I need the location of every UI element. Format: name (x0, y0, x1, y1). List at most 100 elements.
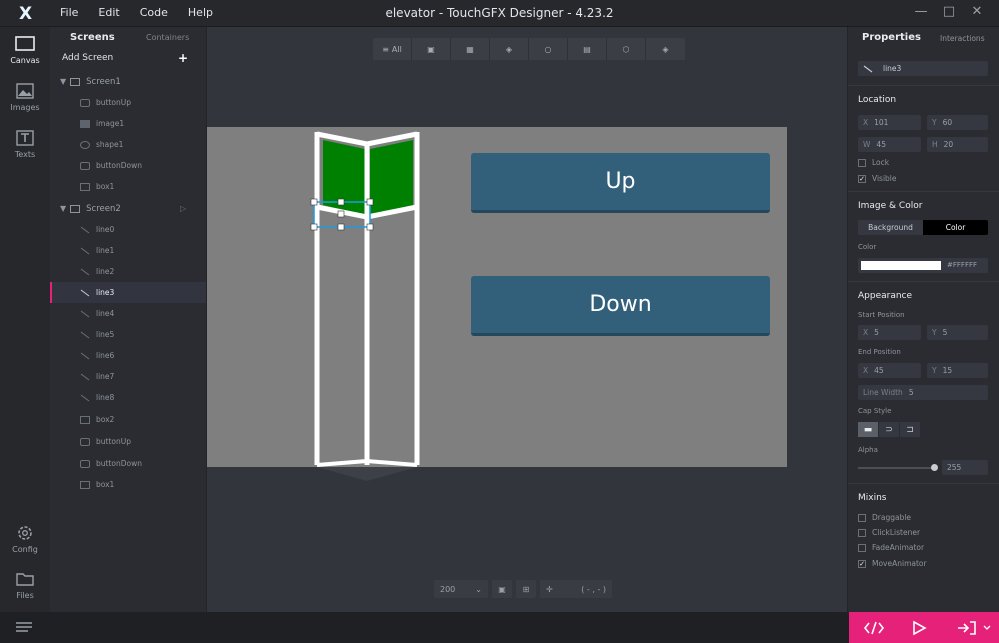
tree-screen2[interactable]: ▼ Screen2 ▷ (50, 198, 206, 219)
tree-item-line5[interactable]: line5 (50, 324, 206, 345)
rail-canvas[interactable]: Canvas (0, 35, 50, 65)
line-width-field[interactable]: Line Width 5 (858, 385, 988, 400)
tree-item-box2[interactable]: box2 (50, 409, 206, 430)
tree-item-line3[interactable]: line3 (50, 282, 206, 303)
end-x-field[interactable]: X 45 (858, 363, 921, 378)
rail-texts[interactable]: Texts (0, 129, 50, 159)
moveanimator-checkbox[interactable]: ✓ MoveAnimator (858, 559, 927, 568)
chevron-down-icon[interactable]: ▼ (60, 77, 66, 86)
resize-handle[interactable] (337, 223, 345, 231)
tree-item-line1[interactable]: line1 (50, 240, 206, 261)
filter-text-widgets[interactable]: ▤ (568, 38, 607, 60)
filter-shape-widgets[interactable]: ○ (529, 38, 568, 60)
tab-containers[interactable]: Containers (146, 33, 189, 42)
gear-icon (18, 526, 32, 540)
rail-config[interactable]: Config (0, 524, 50, 554)
menu-file[interactable]: File (60, 6, 78, 19)
tree-item-line4[interactable]: line4 (50, 303, 206, 324)
rail-files[interactable]: Files (0, 570, 50, 600)
tree-item-buttondown-2[interactable]: buttonDown (50, 453, 206, 474)
clicklistener-checkbox[interactable]: ClickListener (858, 528, 920, 537)
rail-images[interactable]: Images (0, 82, 50, 112)
maximize-icon[interactable]: □ (935, 4, 963, 19)
cap-butt-button[interactable]: ▬ (858, 422, 878, 437)
color-mode-button[interactable]: Color (923, 220, 988, 235)
tree-item-line8[interactable]: line8 (50, 387, 206, 408)
alpha-slider-handle[interactable] (931, 464, 938, 471)
location-header: Location (858, 95, 897, 105)
cap-square-button[interactable]: ⊐ (900, 422, 920, 437)
tree-item-buttonup-2[interactable]: buttonUp (50, 431, 206, 452)
line7-shape[interactable] (366, 459, 418, 467)
tree-item-line6[interactable]: line6 (50, 345, 206, 366)
tree-item-line2[interactable]: line2 (50, 261, 206, 282)
crop-button[interactable]: ⊞ (516, 580, 536, 598)
tree-item-line7[interactable]: line7 (50, 366, 206, 387)
filter-all-button[interactable]: ≡ All (373, 38, 412, 60)
y-field[interactable]: Y 60 (927, 115, 988, 130)
tab-properties[interactable]: Properties (862, 32, 921, 43)
filter-3d-widgets[interactable]: ⬡ (607, 38, 646, 60)
add-screen-label[interactable]: Add Screen (62, 53, 113, 63)
start-x-field[interactable]: X5 (858, 325, 921, 340)
resize-handle[interactable] (366, 198, 374, 206)
end-y-field[interactable]: Y 15 (927, 363, 988, 378)
filter-container-widgets[interactable]: ◈ (490, 38, 529, 60)
screen-preview[interactable]: Up Down (207, 127, 787, 467)
alpha-field[interactable]: 255 (942, 460, 988, 475)
tree-screen1[interactable]: ▼ Screen1 (50, 71, 206, 92)
close-icon[interactable]: ✕ (963, 4, 991, 19)
tree-item-shape1[interactable]: shape1 (50, 134, 206, 155)
tree-item-buttonup[interactable]: buttonUp (50, 92, 206, 113)
menu-code[interactable]: Code (140, 6, 168, 19)
check-icon: ✓ (858, 559, 866, 568)
tab-screens[interactable]: Screens (70, 32, 115, 43)
filter-button-widgets[interactable]: ▣ (412, 38, 451, 60)
widget-name-field[interactable]: line3 (858, 61, 988, 76)
filter-image-widgets[interactable]: ▦ (451, 38, 490, 60)
color-picker[interactable]: #FFFFFF (858, 258, 988, 273)
tree-item-box1-2[interactable]: box1 (50, 474, 206, 495)
tree-item-line0[interactable]: line0 (50, 219, 206, 240)
tab-interactions[interactable]: Interactions (940, 34, 985, 43)
color-swatch[interactable] (861, 261, 941, 270)
x-field[interactable]: X 101 (858, 115, 921, 130)
cap-round-button[interactable]: ⊃ (879, 422, 899, 437)
width-field[interactable]: W 45 (858, 137, 921, 152)
button-up[interactable]: Up (471, 153, 770, 213)
code-icon[interactable] (863, 620, 885, 636)
resize-handle[interactable] (337, 198, 345, 206)
resize-handle[interactable] (310, 223, 318, 231)
chevron-down-icon[interactable]: ▼ (60, 204, 66, 213)
chevron-down-icon[interactable] (983, 625, 991, 631)
line6-shape[interactable] (316, 459, 368, 467)
fit-screen-button[interactable]: ▣ (492, 580, 512, 598)
run-simulator-icon[interactable] (911, 620, 927, 636)
widget-toolbar: ≡ All ▣ ▦ ◈ ○ ▤ ⬡ ◈ (373, 38, 685, 60)
fadeanimator-checkbox[interactable]: FadeAnimator (858, 543, 924, 552)
resize-handle[interactable] (310, 198, 318, 206)
resize-handle[interactable] (366, 223, 374, 231)
tree-item-image1[interactable]: image1 (50, 113, 206, 134)
play-icon[interactable]: ▷ (180, 204, 186, 213)
menu-help[interactable]: Help (188, 6, 213, 19)
add-screen-button[interactable]: + (178, 51, 188, 65)
tree-item-buttondown[interactable]: buttonDown (50, 155, 206, 176)
visible-checkbox[interactable]: ✓ Visible (858, 174, 897, 183)
resize-handle[interactable] (337, 210, 345, 218)
menu-edit[interactable]: Edit (98, 6, 119, 19)
canvas-area[interactable]: ≡ All ▣ ▦ ◈ ○ ▤ ⬡ ◈ Up Down 200 ⌄ ▣ ⊞ ✛ … (207, 27, 847, 612)
zoom-select[interactable]: 200 ⌄ (434, 580, 488, 598)
hamburger-icon[interactable] (15, 621, 33, 633)
tree-item-box1[interactable]: box1 (50, 176, 206, 197)
alpha-slider-track[interactable] (858, 467, 934, 469)
height-field[interactable]: H 20 (927, 137, 988, 152)
start-y-field[interactable]: Y5 (927, 325, 988, 340)
filter-misc-widgets[interactable]: ◈ (646, 38, 685, 60)
minimize-icon[interactable]: — (907, 4, 935, 19)
button-down[interactable]: Down (471, 276, 770, 336)
lock-checkbox[interactable]: Lock (858, 158, 889, 167)
run-target-icon[interactable] (957, 620, 977, 636)
draggable-checkbox[interactable]: Draggable (858, 513, 911, 522)
background-mode-button[interactable]: Background (858, 220, 923, 235)
